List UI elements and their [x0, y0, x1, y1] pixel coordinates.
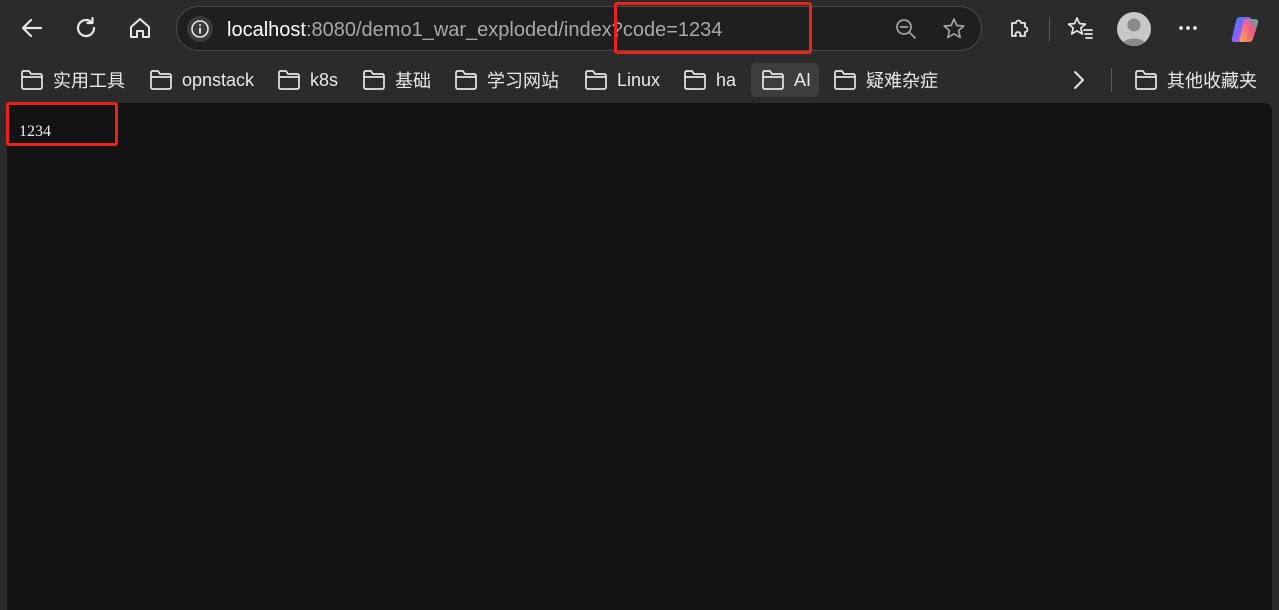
bookmark-label: ha: [716, 69, 737, 90]
profile-icon: [1121, 18, 1147, 46]
url-host: localhost: [227, 19, 306, 41]
profile-avatar[interactable]: [1117, 12, 1151, 46]
copilot-button[interactable]: [1228, 12, 1262, 46]
folder-icon: [834, 70, 856, 90]
refresh-button[interactable]: [68, 10, 104, 46]
bookmark-label: AI: [794, 69, 812, 90]
bookmark-folder[interactable]: AI: [751, 63, 820, 97]
more-button[interactable]: [1170, 10, 1206, 46]
home-button[interactable]: [122, 10, 158, 46]
bookmark-folder[interactable]: opnstack: [139, 63, 262, 97]
zoom-out-icon[interactable]: [893, 16, 919, 42]
highlight-box-output: [6, 102, 118, 146]
copilot-icon: [1231, 17, 1259, 42]
folder-icon: [278, 70, 300, 90]
folder-icon: [585, 70, 607, 90]
bookmark-folder[interactable]: 疑难杂症: [823, 63, 946, 97]
folder-icon: [1135, 70, 1157, 90]
back-button[interactable]: [14, 10, 50, 46]
bookmarks-separator: [1111, 68, 1112, 92]
more-icon: [1179, 26, 1197, 30]
other-bookmarks-folder[interactable]: 其他收藏夹: [1124, 63, 1265, 97]
favorites-icon: [1067, 17, 1093, 39]
folder-icon: [455, 70, 477, 90]
refresh-icon: [76, 16, 96, 38]
folder-icon: [684, 70, 706, 90]
extensions-button[interactable]: [1001, 10, 1037, 46]
bookmark-label: 疑难杂症: [866, 71, 938, 91]
folder-icon: [363, 70, 385, 90]
bookmark-label: 基础: [395, 71, 431, 91]
bookmarks-overflow-button[interactable]: [1065, 68, 1093, 92]
folder-icon: [21, 70, 43, 90]
site-info-icon[interactable]: [187, 16, 213, 42]
extensions-icon: [1011, 19, 1029, 37]
favorite-star-icon[interactable]: [941, 16, 967, 42]
favorites-button[interactable]: [1062, 10, 1098, 46]
page-viewport: 1234: [7, 103, 1272, 610]
home-icon: [130, 18, 150, 38]
chevron-right-icon: [1074, 71, 1084, 89]
bookmark-label: opnstack: [182, 69, 255, 90]
bookmark-folder[interactable]: 学习网站: [444, 63, 567, 97]
bookmark-folder[interactable]: ha: [673, 63, 744, 97]
bookmark-folder[interactable]: 基础: [352, 63, 439, 97]
other-bookmarks-label: 其他收藏夹: [1167, 71, 1257, 91]
address-bar[interactable]: localhost:8080/demo1_war_exploded/index?…: [176, 6, 982, 51]
bookmark-label: 学习网站: [487, 71, 559, 91]
bookmark-label: k8s: [310, 69, 339, 90]
highlight-box-query: [614, 2, 812, 54]
folder-icon: [150, 70, 172, 90]
back-icon: [21, 18, 43, 38]
bookmark-folder[interactable]: 实用工具: [10, 63, 133, 97]
folder-icon: [762, 70, 784, 90]
toolbar-separator: [1049, 17, 1050, 41]
bookmark-folder[interactable]: k8s: [267, 63, 346, 97]
bookmark-folder[interactable]: Linux: [574, 63, 668, 97]
bookmark-label: Linux: [617, 69, 661, 90]
bookmark-label: 实用工具: [53, 71, 125, 91]
